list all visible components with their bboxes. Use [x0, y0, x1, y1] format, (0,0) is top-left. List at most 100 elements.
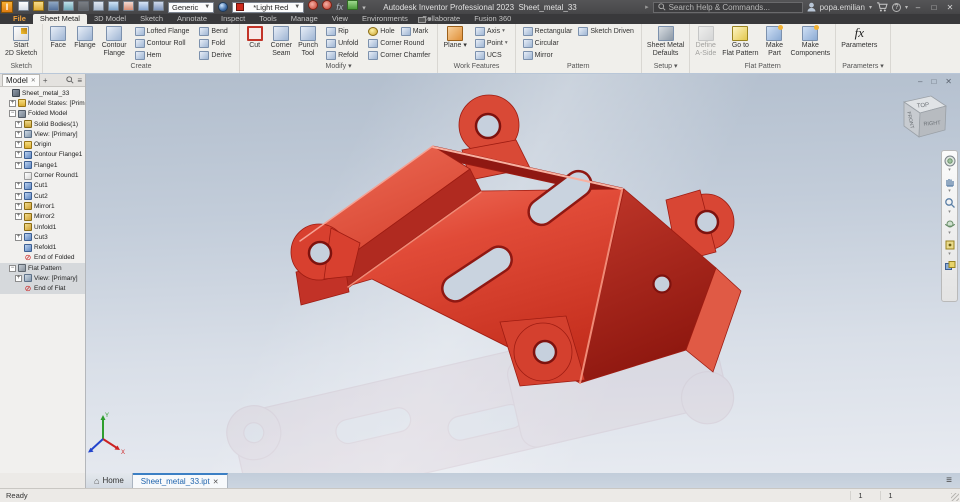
derive-button[interactable]: Derive [196, 49, 234, 61]
hem-button[interactable]: Hem [132, 49, 165, 61]
chevron-down-icon[interactable]: ▾ [948, 231, 951, 236]
tree-item-mirror1[interactable]: + Mirror1 [0, 201, 85, 211]
chevron-down-icon[interactable]: ▾ [948, 168, 951, 173]
clear-appearance-icon[interactable] [322, 0, 333, 10]
tree-item-origin[interactable]: + Origin [0, 139, 85, 149]
tree-item-end-of-folded[interactable]: End of Folded [0, 253, 85, 263]
window-maximize-button[interactable]: □ [928, 3, 940, 12]
tree-expander[interactable]: + [15, 182, 22, 190]
model-part[interactable] [290, 94, 742, 387]
open-folder-icon[interactable] [33, 1, 44, 11]
window-minimize-button[interactable]: – [912, 3, 924, 12]
tab-sketch[interactable]: Sketch [133, 14, 170, 24]
tree-item-cut3[interactable]: + Cut3 [0, 232, 85, 242]
tree-expander[interactable]: + [15, 213, 22, 221]
home-icon[interactable] [93, 1, 104, 11]
tab-tools[interactable]: Tools [252, 14, 284, 24]
refold-button[interactable]: Refold [323, 49, 361, 61]
export-icon[interactable] [138, 1, 149, 11]
lofted-flange-button[interactable]: Lofted Flange [132, 25, 193, 37]
window-close-button[interactable]: ✕ [944, 3, 956, 12]
rip-button[interactable]: Rip [323, 25, 352, 37]
flange-button[interactable]: Flange [71, 25, 98, 51]
corner-chamfer-button[interactable]: Corner Chamfer [365, 49, 433, 61]
tree-expander[interactable]: + [15, 161, 22, 169]
inventor-logo-icon[interactable]: I [1, 1, 13, 13]
chevron-down-icon[interactable]: ▾ [905, 4, 908, 11]
resize-grip[interactable] [951, 493, 959, 501]
go-to-flat-pattern-button[interactable]: Go to Flat Pattern [719, 25, 761, 59]
orbit-icon[interactable] [944, 217, 956, 229]
tree-item-flat-pattern[interactable]: − Flat Pattern [0, 263, 85, 274]
mark-button[interactable]: Mark [398, 25, 432, 37]
doc-close-button[interactable]: ✕ [945, 77, 952, 86]
add-icon[interactable] [347, 0, 359, 10]
tab-sheet-metal[interactable]: Sheet Metal [32, 14, 87, 24]
tree-expander[interactable]: − [9, 264, 16, 272]
tab-annotate[interactable]: Annotate [170, 14, 214, 24]
tree-expander[interactable]: + [9, 99, 16, 107]
display-icon[interactable] [108, 1, 119, 11]
cut-button[interactable]: Cut [242, 25, 268, 51]
material-combo[interactable]: Generic ▼ [168, 1, 215, 13]
tab-view[interactable]: View [325, 14, 355, 24]
tab-home[interactable]: ⌂ Home [86, 473, 133, 488]
tab-3d-model[interactable]: 3D Model [87, 14, 133, 24]
tree-item-view-primary[interactable]: + View: [Primary] [0, 129, 85, 139]
navigation-wheel-icon[interactable] [944, 154, 956, 167]
circular-button[interactable]: Circular [520, 37, 562, 49]
ribbon-display-toggle[interactable]: ▾ [418, 16, 431, 23]
point-button[interactable]: Point ▾ [472, 37, 511, 49]
import-icon[interactable] [123, 1, 134, 11]
tree-expander[interactable]: + [15, 141, 22, 149]
visual-style-icon[interactable] [944, 259, 956, 271]
tab-file[interactable]: File [6, 14, 33, 24]
plane-button[interactable]: Plane ▾ [440, 25, 469, 51]
tree-expander[interactable]: − [9, 110, 16, 118]
material-browser-icon[interactable] [218, 2, 229, 12]
tree-expander[interactable]: + [15, 120, 22, 128]
doc-restore-button[interactable]: □ [931, 77, 936, 86]
bend-button[interactable]: Bend [196, 25, 230, 37]
zoom-icon[interactable] [944, 196, 956, 208]
look-at-icon[interactable] [944, 238, 956, 250]
tree-item-refold1[interactable]: Refold1 [0, 242, 85, 252]
tree-item-folded-model[interactable]: − Folded Model [0, 109, 85, 119]
close-icon[interactable]: ✕ [213, 478, 219, 486]
cart-icon[interactable] [876, 2, 888, 12]
save-icon[interactable] [48, 1, 59, 11]
corner-seam-button[interactable]: Corner Seam [268, 25, 295, 59]
contour-roll-button[interactable]: Contour Roll [132, 37, 189, 49]
help-icon[interactable]: ? [891, 2, 901, 12]
tree-expander[interactable]: + [15, 130, 22, 138]
graphics-canvas[interactable]: Y X Z – □ ✕ TOP FRONT RIGHT ▾ ▾ ▾ ▾ ▾ [86, 74, 960, 473]
chain-link-icon[interactable] [153, 1, 164, 11]
tree-expander[interactable]: + [15, 192, 22, 200]
chevron-down-icon[interactable]: ▾ [869, 4, 872, 11]
user-name[interactable]: popa.emilian [820, 3, 865, 12]
tree-expander[interactable]: + [15, 233, 22, 241]
tree-item-view-primary[interactable]: + View: [Primary] [0, 273, 85, 284]
tree-item-cut2[interactable]: + Cut2 [0, 191, 85, 201]
tree-item-cut1[interactable]: + Cut1 [0, 181, 85, 191]
undo-icon[interactable] [63, 1, 74, 11]
tab-fusion-360[interactable]: Fusion 360 [467, 14, 518, 24]
tree-item-solid-bodies-1[interactable]: + Solid Bodies(1) [0, 119, 85, 129]
tree-expander[interactable]: + [15, 151, 22, 159]
search-flyout-arrow-icon[interactable]: ▸ [645, 3, 649, 11]
browser-menu-icon[interactable]: ≡ [77, 76, 82, 85]
tree-item-corner-round1[interactable]: Corner Round1 [0, 170, 85, 180]
tree-item-mirror2[interactable]: + Mirror2 [0, 212, 85, 222]
make-part-button[interactable]: Make Part [761, 25, 787, 59]
unfold-button[interactable]: Unfold [323, 37, 361, 49]
start-2d-sketch-button[interactable]: Start 2D Sketch [2, 25, 40, 59]
face-button[interactable]: Face [45, 25, 71, 51]
sketch-driven-button[interactable]: Sketch Driven [575, 25, 637, 37]
tab-environments[interactable]: Environments [355, 14, 415, 24]
tree-item-contour-flange1[interactable]: + Contour Flange1 [0, 150, 85, 160]
chevron-down-icon[interactable]: ▾ [948, 210, 951, 215]
ucs-button[interactable]: UCS [472, 49, 505, 61]
fx-icon[interactable]: fx [336, 2, 343, 12]
tab-manage[interactable]: Manage [284, 14, 325, 24]
browser-tab-model[interactable]: Model ✕ [2, 74, 40, 86]
